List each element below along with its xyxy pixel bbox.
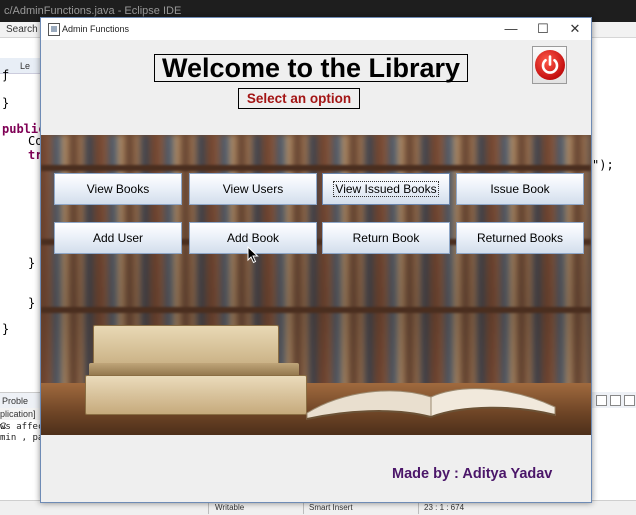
minimize-button[interactable]: — [495,18,527,40]
view-issued-books-label: View Issued Books [333,181,439,197]
library-background-image: View Books View Users View Issued Books … [41,135,591,435]
welcome-heading: Welcome to the Library [154,54,468,82]
admin-functions-window: Admin Functions — ☐ ✕ Welcome to the Lib… [40,17,592,503]
console-line: min , pa [0,433,44,443]
logout-button[interactable] [532,46,567,84]
add-user-button[interactable]: Add User [54,222,182,254]
window-title-bar[interactable]: Admin Functions — ☐ ✕ [41,18,591,40]
console-toolbar-icon[interactable] [610,395,621,406]
editor-tab-label: Le [20,61,31,71]
status-position: 23 : 1 : 674 [424,503,465,512]
code-line: } [28,296,36,310]
window-title: Admin Functions [62,24,130,34]
view-users-button[interactable]: View Users [189,173,317,205]
console-header: plication] C [0,408,40,431]
close-button[interactable]: ✕ [559,18,591,40]
status-separator [208,502,209,514]
return-book-button[interactable]: Return Book [322,222,450,254]
code-line-tail: "); [592,158,614,172]
console-line: ws affec [0,422,44,432]
shelf [41,165,591,171]
mouse-cursor-icon [247,246,259,264]
ide-menu-search[interactable]: Search [6,24,38,35]
console-toolbar-icon[interactable] [624,395,635,406]
status-separator [303,502,304,514]
stacked-book [85,375,307,415]
shelf [41,307,591,313]
status-insert-mode: Smart Insert [309,503,353,512]
maximize-button[interactable]: ☐ [527,18,559,40]
select-option-label: Select an option [238,88,360,109]
java-window-icon [48,23,60,36]
status-separator [418,502,419,514]
console-toolbar-icon[interactable] [596,395,607,406]
issue-book-button[interactable]: Issue Book [456,173,584,205]
status-writable: Writable [215,503,245,512]
view-issued-books-button[interactable]: View Issued Books [322,173,450,205]
open-book [306,388,556,420]
stacked-book [93,325,279,367]
code-line: } [28,256,36,270]
author-credit: Made by : Aditya Yadav [392,466,553,482]
code-line: } [2,322,10,336]
returned-books-button[interactable]: Returned Books [456,222,584,254]
view-books-button[interactable]: View Books [54,173,182,205]
power-icon [535,50,565,80]
problems-tab-label: Proble [2,396,29,406]
problems-tab[interactable]: Proble [0,392,40,408]
code-line: } [2,96,10,110]
code-line: ƒ [2,68,10,82]
